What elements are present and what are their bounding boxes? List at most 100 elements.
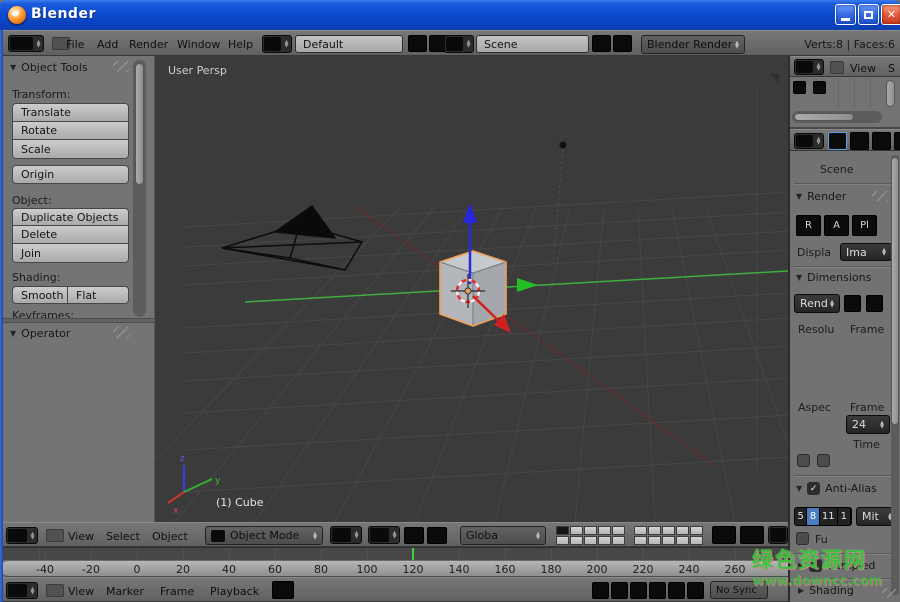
sampled-motion-blur-panel-header[interactable]: ▶Sampled xyxy=(798,559,875,572)
preset-add-button[interactable] xyxy=(844,295,861,312)
aa-samples-16[interactable]: 1 xyxy=(838,508,851,525)
pivot-point-selector[interactable]: ▲▼ xyxy=(368,526,400,544)
panel-drag-grip[interactable] xyxy=(113,61,130,72)
layers-group-2[interactable] xyxy=(634,526,703,545)
screen-browse-selector[interactable]: ▲▼ xyxy=(262,35,292,53)
tool-shelf-scrollbar[interactable] xyxy=(133,60,146,317)
jump-end-button[interactable] xyxy=(687,582,704,599)
duplicate-objects-button[interactable]: Duplicate Objects xyxy=(12,208,129,226)
operator-panel-header[interactable]: ▼Operator xyxy=(10,327,70,340)
menu-view[interactable]: View xyxy=(68,530,94,543)
render-image-button[interactable]: R xyxy=(796,215,821,236)
shading-panel-header[interactable]: ▶Shading xyxy=(798,584,854,597)
tab-scene-icon[interactable] xyxy=(850,132,869,150)
object-tools-panel-header[interactable]: ▼Object Tools xyxy=(10,61,88,74)
aa-samples-5[interactable]: 5 xyxy=(795,508,807,525)
lamp-object[interactable] xyxy=(553,142,567,265)
header-menu-toggle-icon[interactable] xyxy=(46,529,64,542)
lock-layers-icon[interactable] xyxy=(712,526,736,544)
origin-button[interactable]: Origin xyxy=(12,165,129,184)
screen-layout-field[interactable]: Default xyxy=(295,35,403,53)
flat-button[interactable]: Flat xyxy=(68,286,129,304)
render-panel-header[interactable]: ▼Render xyxy=(796,190,846,203)
play-reverse-button[interactable] xyxy=(630,582,647,599)
preset-remove-button[interactable] xyxy=(866,295,883,312)
manipulator-translate-icon[interactable] xyxy=(427,527,447,544)
layer-cell-active[interactable] xyxy=(556,526,569,535)
manipulator-y-arrow[interactable] xyxy=(517,278,538,292)
fields-checkbox[interactable] xyxy=(797,454,810,467)
scrollbar-thumb[interactable] xyxy=(794,113,854,121)
display-dropdown[interactable]: Ima▲▼ xyxy=(840,243,892,261)
tab-object-icon[interactable] xyxy=(894,132,900,150)
transform-orientation-dropdown[interactable]: Globa▲▼ xyxy=(460,526,546,545)
scene-name-field[interactable]: Scene xyxy=(476,35,589,53)
antialiasing-panel-header[interactable]: ▼✓Anti-Alias xyxy=(796,482,898,495)
next-keyframe-button[interactable] xyxy=(668,582,685,599)
smooth-button[interactable]: Smooth xyxy=(12,286,68,304)
header-menu-toggle-icon[interactable] xyxy=(46,584,64,597)
dimensions-panel-header[interactable]: ▼Dimensions xyxy=(796,271,871,284)
delete-scene-button[interactable] xyxy=(613,35,632,52)
timeline-ruler[interactable]: -40 -20 0 20 40 60 80 100 120 140 160 18… xyxy=(0,560,788,577)
menu-file[interactable]: File xyxy=(66,38,84,51)
menu-marker[interactable]: Marker xyxy=(106,585,144,598)
minimize-button[interactable] xyxy=(835,4,856,25)
outliner-object-icon[interactable] xyxy=(813,81,826,94)
antialiasing-checkbox[interactable]: ✓ xyxy=(807,482,820,495)
panel-drag-grip[interactable] xyxy=(113,327,130,338)
editor-type-selector[interactable]: ▲▼ xyxy=(794,133,824,149)
sampled-checkbox[interactable] xyxy=(809,559,822,572)
scale-button[interactable]: Scale xyxy=(12,140,129,159)
full-sample-checkbox[interactable] xyxy=(796,532,809,545)
outliner-h-scrollbar[interactable] xyxy=(792,111,882,123)
region-expand-arrow-icon[interactable] xyxy=(770,74,779,83)
layers-group-1[interactable] xyxy=(556,526,625,545)
scrollbar-thumb[interactable] xyxy=(135,63,144,185)
menu-playback[interactable]: Playback xyxy=(210,585,259,598)
tab-render-icon[interactable] xyxy=(828,132,847,150)
menu-object[interactable]: Object xyxy=(152,530,188,543)
menu-help[interactable]: Help xyxy=(228,38,253,51)
manipulator-toggle-icon[interactable] xyxy=(404,527,424,544)
viewport-shading-selector[interactable]: ▲▼ xyxy=(330,526,362,544)
menu-select[interactable]: Select xyxy=(106,530,140,543)
timeline-track-area[interactable] xyxy=(0,547,788,560)
aa-samples-11[interactable]: 11 xyxy=(820,508,838,525)
editor-type-selector[interactable]: ▲▼ xyxy=(794,59,824,75)
outliner-scene-icon[interactable] xyxy=(793,81,806,94)
menu-view[interactable]: View xyxy=(850,62,876,75)
header-menu-toggle-icon[interactable] xyxy=(830,61,844,74)
menu-frame[interactable]: Frame xyxy=(160,585,194,598)
outliner-content[interactable] xyxy=(790,77,900,128)
snap-element-selector[interactable] xyxy=(768,526,788,544)
rotate-button[interactable]: Rotate xyxy=(12,122,129,140)
scrollbar-thumb[interactable] xyxy=(891,157,899,425)
close-button[interactable]: ✕ xyxy=(881,4,900,25)
aa-samples-segmented[interactable]: 5 8 11 1 xyxy=(794,507,852,526)
render-animation-button[interactable]: A xyxy=(824,215,849,236)
add-screen-button[interactable] xyxy=(408,35,427,52)
jump-start-button[interactable] xyxy=(592,582,609,599)
menu-render[interactable]: Render xyxy=(129,38,168,51)
scene-browse-selector[interactable]: ▲▼ xyxy=(444,35,474,53)
render-engine-dropdown[interactable]: Blender Render▲▼ xyxy=(641,35,745,54)
framerate-dropdown[interactable]: 24▲▼ xyxy=(846,415,890,434)
menu-view[interactable]: View xyxy=(68,585,94,598)
snap-toggle-icon[interactable] xyxy=(740,526,764,544)
aa-samples-8-active[interactable]: 8 xyxy=(807,508,819,525)
editor-type-selector[interactable]: ▲▼ xyxy=(6,582,38,599)
outliner-v-scrollbar[interactable] xyxy=(886,80,895,107)
play-button[interactable] xyxy=(649,582,666,599)
viewport-3d[interactable]: z y x User Persp (1) Cube xyxy=(155,56,790,522)
sync-dropdown[interactable]: No Sync xyxy=(710,581,768,599)
tab-world-icon[interactable] xyxy=(872,132,891,150)
maximize-button[interactable] xyxy=(858,4,879,25)
render-presets-dropdown[interactable]: Rend▲▼ xyxy=(794,294,840,313)
properties-scrollbar[interactable] xyxy=(891,155,899,595)
translate-button[interactable]: Translate xyxy=(12,103,129,122)
prev-keyframe-button[interactable] xyxy=(611,582,628,599)
delete-button[interactable]: Delete xyxy=(12,226,129,244)
record-toggle-icon[interactable] xyxy=(272,581,294,599)
menu-search[interactable]: S xyxy=(888,62,895,75)
